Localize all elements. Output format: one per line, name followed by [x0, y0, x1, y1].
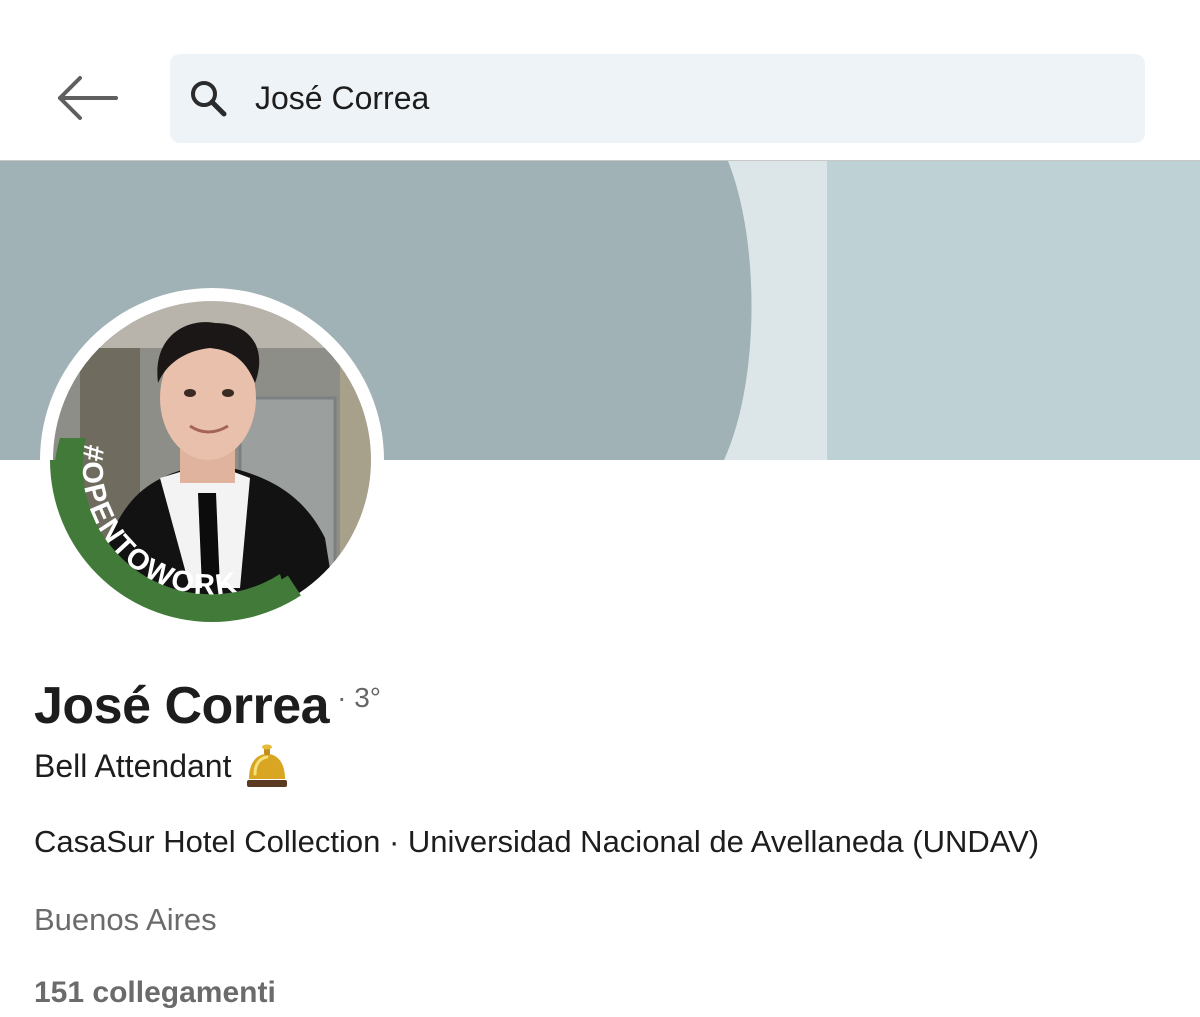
connection-degree: · 3°: [337, 682, 381, 713]
arrow-left-icon: [58, 76, 118, 120]
back-button[interactable]: [50, 66, 126, 130]
top-bar: José Correa: [0, 0, 1200, 161]
search-query: José Correa: [255, 80, 430, 116]
headline-text: Bell Attendant: [34, 747, 232, 784]
profile-headline: Bell Attendant: [34, 742, 291, 790]
profile-connections[interactable]: 151 collegamenti: [34, 976, 276, 1010]
bellhop-bell-icon: [243, 742, 291, 790]
profile-company-education: CasaSur Hotel Collection · Universidad N…: [34, 824, 1040, 859]
profile-name-row: José Correa · 3°: [34, 676, 381, 736]
profile-name: José Correa: [34, 677, 330, 735]
search-icon: [191, 81, 227, 117]
profile-location: Buenos Aires: [34, 902, 217, 937]
profile-photo[interactable]: #OPENTOWORK: [40, 288, 384, 632]
profile-page: José Correa #OPENTOWORK José Correa · 3°…: [0, 0, 1200, 1017]
search-input[interactable]: José Correa: [170, 54, 1145, 143]
avatar-image: #OPENTOWORK: [47, 295, 377, 625]
